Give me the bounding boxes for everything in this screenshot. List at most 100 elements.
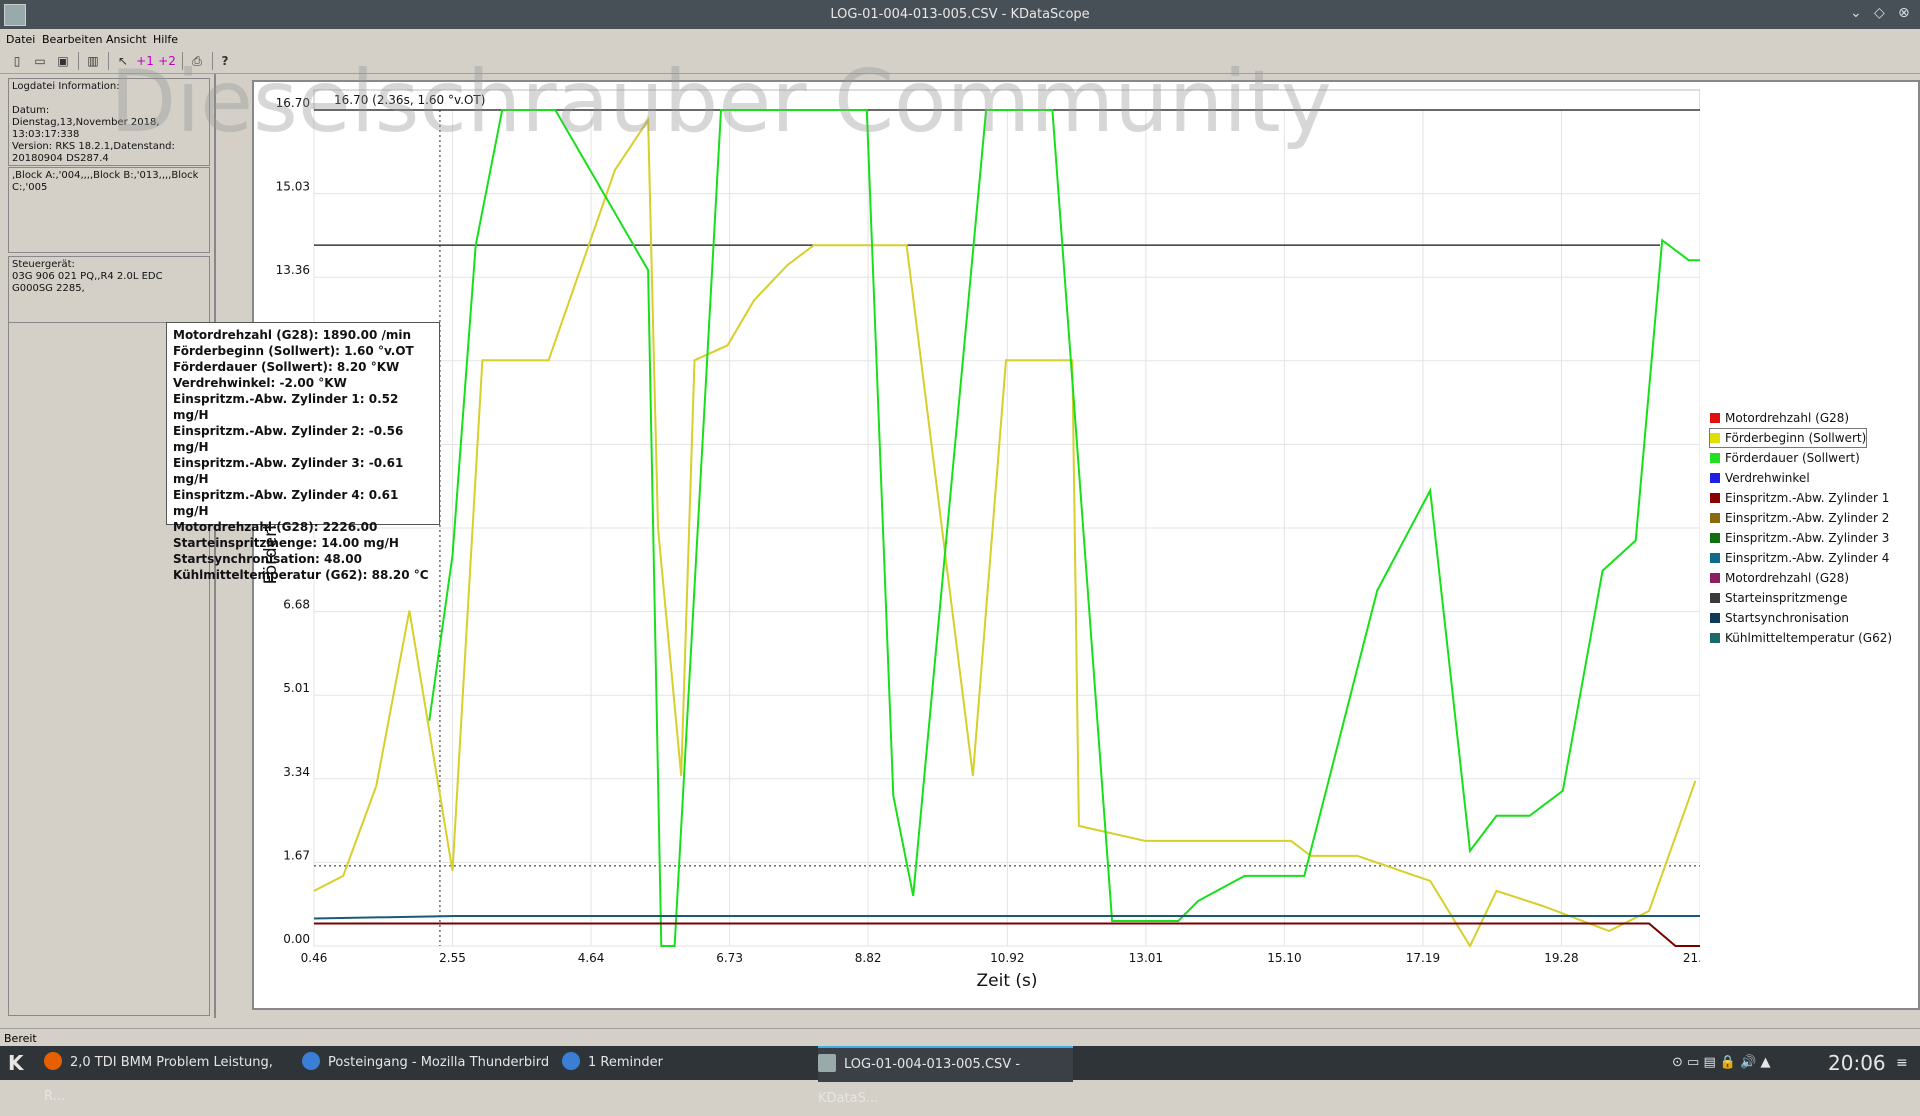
legend-item-starteinspritzmenge[interactable]: Starteinspritzmenge: [1710, 589, 1847, 607]
save-icon[interactable]: ▣: [54, 52, 72, 70]
legend-item-kuehlmitteltemperatur[interactable]: Kühlmitteltemperatur (G62): [1710, 629, 1892, 647]
new-file-icon[interactable]: ▯: [8, 52, 26, 70]
x-axis-label: Zeit (s): [976, 971, 1037, 991]
tooltip-line: Verdrehwinkel: -2.00 °KW: [173, 376, 347, 390]
x-tick-label: 0.46: [301, 951, 328, 965]
status-bar: Bereit: [0, 1028, 1920, 1047]
y-tick-label: 13.36: [276, 263, 310, 277]
legend-item-foerderdauer[interactable]: Förderdauer (Sollwert): [1710, 449, 1860, 467]
minimize-icon[interactable]: ⌄: [1850, 5, 1862, 21]
x-tick-label: 6.73: [716, 951, 743, 965]
cursor-plus1-button[interactable]: +1: [136, 52, 154, 70]
legend-swatch: [1710, 553, 1720, 563]
legend-swatch: [1710, 473, 1720, 483]
kdatascope-icon: [818, 1054, 836, 1072]
legend-swatch: [1710, 453, 1720, 463]
tooltip-line: Einspritzm.-Abw. Zylinder 1: 0.52 mg/H: [173, 392, 399, 422]
task-reminder[interactable]: 1 Reminder: [562, 1046, 812, 1080]
tooltip-line: Einspritzm.-Abw. Zylinder 3: -0.61 mg/H: [173, 456, 404, 486]
x-tick-label: 21.37: [1683, 951, 1700, 965]
datum-value: Dienstag,13,November 2018, 13:03:17:338: [12, 117, 160, 140]
taskbar: K 2,0 TDI BMM Problem Leistung, R... Pos…: [0, 1046, 1920, 1106]
print-icon[interactable]: ⎙: [188, 52, 206, 70]
value-tooltip: Motordrehzahl (G28): 1890.00 /min Förder…: [166, 322, 440, 582]
tooltip-line: Einspritzm.-Abw. Zylinder 4: 0.61 mg/H: [173, 488, 399, 518]
firefox-icon: [44, 1052, 62, 1070]
version-value: Version: RKS 18.2.1,Datenstand:: [12, 141, 175, 152]
legend: Motordrehzahl (G28) Förderbeginn (Sollwe…: [1702, 86, 1912, 1000]
window-title: LOG-01-004-013-005.CSV - KDataScope: [830, 7, 1090, 22]
x-tick-label: 8.82: [855, 951, 882, 965]
y-tick-label: 0.00: [283, 932, 310, 946]
datum-label: Datum:: [12, 105, 50, 116]
menu-lines-icon[interactable]: ≡: [1896, 1046, 1908, 1080]
x-tick-label: 10.92: [990, 951, 1024, 965]
y-tick-label: 3.34: [283, 765, 310, 779]
legend-swatch: [1710, 413, 1720, 423]
legend-item-zylinder-2[interactable]: Einspritzm.-Abw. Zylinder 2: [1710, 509, 1889, 527]
legend-item-verdrehwinkel[interactable]: Verdrehwinkel: [1710, 469, 1810, 487]
task-kdatascope[interactable]: LOG-01-004-013-005.CSV - KDataS...: [818, 1046, 1073, 1106]
tooltip-line: Förderdauer (Sollwert): 8.20 °KW: [173, 360, 400, 374]
chart-svg[interactable]: 0.46 2.55 4.64 6.73 8.82 10.92 13.01 15.10 17.19…: [254, 82, 1700, 1008]
legend-swatch: [1710, 493, 1720, 503]
legend-item-foerderbeginn[interactable]: Förderbeginn (Sollwert): [1708, 428, 1868, 448]
legend-item-startsynchronisation[interactable]: Startsynchronisation: [1710, 609, 1849, 627]
legend-item-zylinder-1[interactable]: Einspritzm.-Abw. Zylinder 1: [1710, 489, 1889, 507]
task-firefox[interactable]: 2,0 TDI BMM Problem Leistung, R...: [44, 1046, 294, 1104]
legend-item-motordrehzahl-2[interactable]: Motordrehzahl (G28): [1710, 569, 1849, 587]
y-tick-label: 15.03: [276, 180, 310, 194]
maximize-icon[interactable]: ◇: [1874, 5, 1885, 21]
tooltip-line: Starteinspritzmenge: 14.00 mg/H: [173, 536, 399, 550]
tooltip-line: Motordrehzahl (G28): 1890.00 /min: [173, 328, 412, 342]
y-tick-label: 16.70: [276, 96, 310, 110]
tooltip-line: Motordrehzahl (G28): 2226.00: [173, 520, 378, 534]
x-tick-label: 15.10: [1267, 951, 1301, 965]
steuergeraet-value: 03G 906 021 PQ,,R4 2.0L EDC G000SG 2285,: [12, 271, 163, 294]
close-icon[interactable]: ⊗: [1898, 5, 1910, 21]
legend-item-zylinder-4[interactable]: Einspritzm.-Abw. Zylinder 4: [1710, 549, 1889, 567]
legend-item-zylinder-3[interactable]: Einspritzm.-Abw. Zylinder 3: [1710, 529, 1889, 547]
x-tick-label: 2.55: [439, 951, 466, 965]
x-tick-label: 17.19: [1406, 951, 1440, 965]
menu-bearbeiten[interactable]: Bearbeiten: [42, 33, 102, 46]
tooltip-line: Einspritzm.-Abw. Zylinder 2: -0.56 mg/H: [173, 424, 404, 454]
kde-menu-icon[interactable]: K: [8, 1046, 24, 1080]
open-folder-icon[interactable]: ▭: [31, 52, 49, 70]
logfile-label: Logdatei Information:: [12, 81, 120, 92]
y-tick-label: 6.68: [283, 598, 310, 612]
help-button[interactable]: ?: [216, 52, 234, 70]
copy-icon[interactable]: ▥: [84, 52, 102, 70]
menu-hilfe[interactable]: Hilfe: [153, 33, 178, 46]
task-thunderbird[interactable]: Posteingang - Mozilla Thunderbird: [302, 1046, 552, 1080]
cursor-plus2-button[interactable]: +2: [158, 52, 176, 70]
logfile-info-box: Logdatei Information: Datum: Dienstag,13…: [8, 78, 210, 166]
tooltip-line: Förderbeginn (Sollwert): 1.60 °v.OT: [173, 344, 414, 358]
menu-datei[interactable]: Datei: [6, 33, 35, 46]
reminder-icon: [562, 1052, 580, 1070]
blocks-value: ,Block A:,'004,,,,Block B:,'013,,,,Block…: [12, 170, 199, 193]
x-tick-label: 19.28: [1544, 951, 1578, 965]
legend-swatch: [1710, 613, 1720, 623]
legend-swatch: [1710, 533, 1720, 543]
menu-ansicht[interactable]: Ansicht: [106, 33, 147, 46]
cursor-readout: 16.70 (2.36s, 1.60 °v.OT): [334, 93, 485, 107]
thunderbird-icon: [302, 1052, 320, 1070]
y-tick-label: 5.01: [283, 681, 310, 695]
steuergeraet-label: Steuergerät:: [12, 259, 75, 270]
legend-swatch: [1710, 513, 1720, 523]
tray-icons[interactable]: ⊙ ▭ ▤ 🔒 🔊 ▲: [1672, 1046, 1771, 1080]
datenstand-value: 20180904 DS287.4: [12, 153, 109, 164]
tooltip-line: Kühlmitteltemperatur (G62): 88.20 °C: [173, 568, 429, 582]
blocks-box: ,Block A:,'004,,,,Block B:,'013,,,,Block…: [8, 167, 210, 253]
legend-swatch: [1710, 633, 1720, 643]
cursor-icon[interactable]: ↖: [114, 52, 132, 70]
tooltip-line: Startsynchronisation: 48.00: [173, 552, 362, 566]
clock[interactable]: 20:06: [1828, 1046, 1886, 1080]
legend-item-motordrehzahl[interactable]: Motordrehzahl (G28): [1710, 409, 1849, 427]
menu-bar: Datei Bearbeiten Ansicht Hilfe: [0, 29, 1920, 49]
toolbar: ▯ ▭ ▣ ▥ ↖ +1 +2 ⎙ ?: [0, 49, 1920, 74]
title-bar: LOG-01-004-013-005.CSV - KDataScope ⌄ ◇ …: [0, 0, 1920, 29]
legend-swatch: [1710, 433, 1720, 443]
x-tick-label: 4.64: [578, 951, 605, 965]
